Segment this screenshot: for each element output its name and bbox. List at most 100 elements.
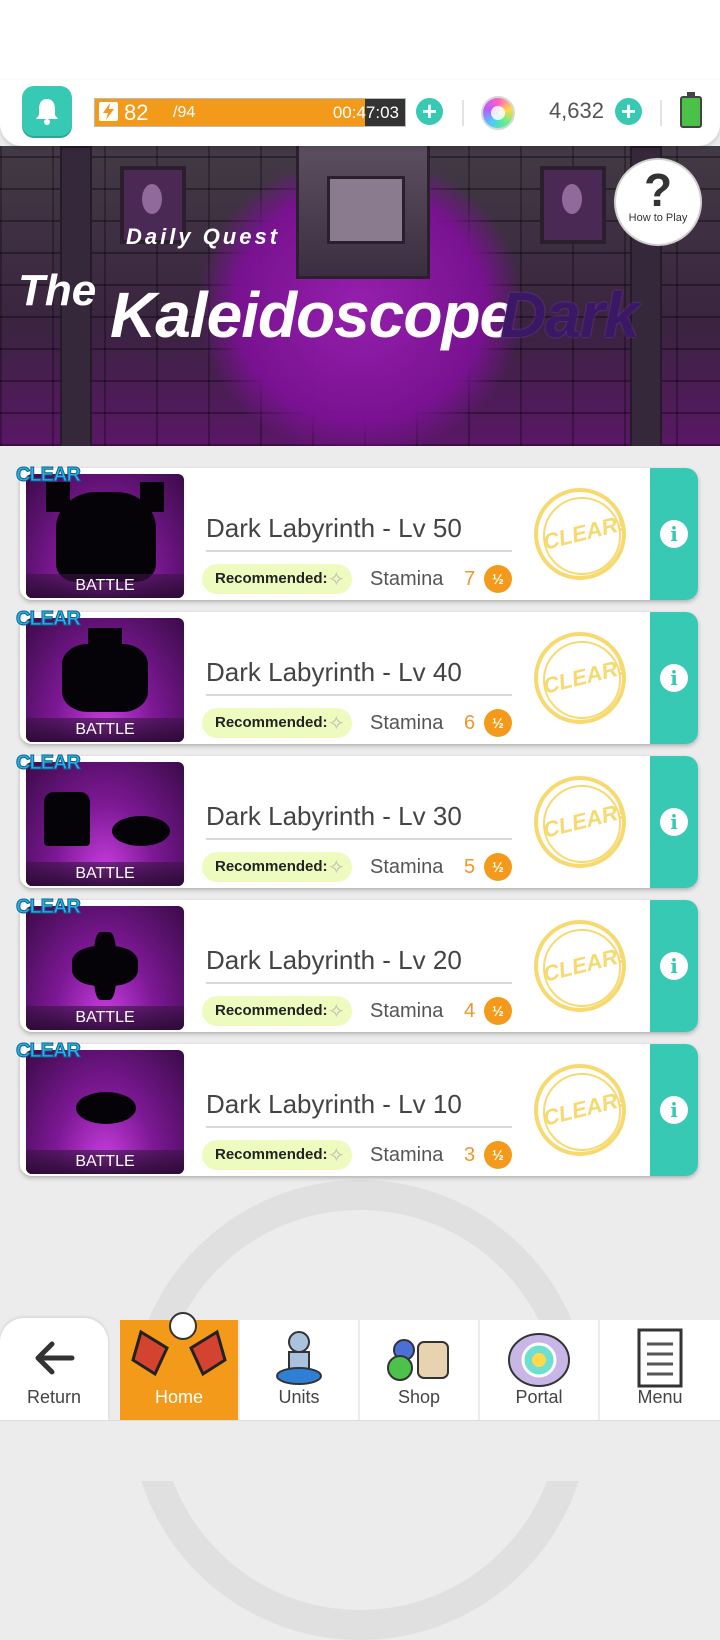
star-icon: ✧ — [328, 713, 345, 735]
half-stamina-badge: ½ — [484, 709, 512, 737]
quest-thumbnail[interactable]: BATTLE — [26, 474, 184, 598]
gem-count: 4,632 — [548, 98, 604, 123]
clear-stamp-text: CLEAR! — [540, 942, 628, 987]
battle-label: BATTLE — [75, 1153, 135, 1170]
quest-card-lv40[interactable]: BATTLE Dark Labyrinth - Lv 40 Recommende… — [20, 612, 698, 744]
banner-subtitle: Daily Quest — [126, 224, 281, 249]
quest-title: Dark Labyrinth - Lv 30 — [206, 801, 462, 831]
clear-stamp: CLEAR! — [534, 1064, 627, 1156]
clear-stamp: CLEAR! — [534, 920, 627, 1012]
star-icon: ✧ — [328, 1001, 345, 1023]
monster-silhouette — [88, 628, 122, 652]
clear-stamp-text: CLEAR! — [540, 510, 628, 555]
half-stamina-badge: ½ — [484, 853, 512, 881]
clear-stamp-text: CLEAR! — [540, 1086, 628, 1131]
recommended-pill: Recommended: ✧ — [202, 708, 352, 738]
notifications-button[interactable] — [22, 86, 72, 136]
divider — [206, 550, 512, 552]
stamina-label: Stamina — [370, 1144, 444, 1166]
quest-info-button[interactable]: i — [650, 756, 698, 888]
how-to-play-label: How to Play — [628, 212, 688, 224]
bell-icon — [36, 99, 58, 125]
stamina-cost: 5 — [464, 856, 476, 878]
clear-tag: CLEAR — [16, 752, 82, 775]
stamina-label: Stamina — [370, 1000, 444, 1022]
quest-banner: Daily Quest The Kaleidoscope Dark ? How … — [0, 146, 720, 446]
quest-info-button[interactable]: i — [650, 1044, 698, 1176]
menu-label: Menu — [637, 1387, 683, 1407]
banner-window — [540, 166, 606, 244]
clear-stamp: CLEAR! — [534, 488, 627, 580]
recommended-label: Recommended: — [215, 570, 328, 587]
return-button[interactable]: Return — [0, 1318, 108, 1420]
recommended-pill: Recommended: ✧ — [202, 564, 352, 594]
stamina-max: /94 — [173, 104, 196, 121]
battle-label: BATTLE — [75, 865, 135, 882]
monster-silhouette — [94, 932, 116, 1000]
stamina-cost: 4 — [464, 1000, 476, 1022]
divider — [206, 694, 512, 696]
nav-portal[interactable]: Portal — [480, 1320, 598, 1420]
battle-label: BATTLE — [75, 577, 135, 594]
quest-card-lv10[interactable]: BATTLE Dark Labyrinth - Lv 10 Recommende… — [20, 1044, 698, 1176]
info-icon: i — [660, 520, 688, 548]
stamina-timer: 00:47:03 — [332, 103, 399, 122]
info-icon: i — [660, 808, 688, 836]
nav-menu[interactable]: Menu — [600, 1320, 720, 1420]
stamina-bar: 82 /94 00:47:03 — [94, 98, 406, 127]
quest-title: Dark Labyrinth - Lv 20 — [206, 945, 462, 975]
battery-icon[interactable] — [680, 92, 702, 128]
monster-silhouette — [62, 644, 148, 712]
quest-thumbnail[interactable]: BATTLE — [26, 906, 184, 1030]
status-bar-area — [0, 0, 720, 80]
add-stamina-button[interactable]: + — [416, 98, 443, 125]
recommended-label: Recommended: — [215, 714, 328, 731]
bolt-icon — [99, 102, 118, 121]
quest-card-lv20[interactable]: BATTLE Dark Labyrinth - Lv 20 Recommende… — [20, 900, 698, 1032]
clear-tag: CLEAR — [16, 608, 82, 631]
stamina-label: Stamina — [370, 856, 444, 878]
quest-info-button[interactable]: i — [650, 468, 698, 600]
monster-silhouette — [112, 816, 170, 846]
quest-card-lv50[interactable]: BATTLE Dark Labyrinth - Lv 50 Recommende… — [20, 468, 698, 600]
units-label: Units — [278, 1387, 320, 1407]
monster-silhouette — [140, 482, 164, 512]
quest-thumbnail[interactable]: BATTLE — [26, 618, 184, 742]
half-stamina-badge: ½ — [484, 565, 512, 593]
star-icon: ✧ — [328, 857, 345, 879]
nav-shop[interactable]: Shop — [360, 1320, 478, 1420]
half-stamina-badge: ½ — [484, 997, 512, 1025]
info-icon: i — [660, 664, 688, 692]
recommended-label: Recommended: — [215, 858, 328, 875]
add-gems-button[interactable]: + — [615, 98, 642, 125]
how-to-play-button[interactable]: ? How to Play — [614, 158, 702, 246]
clear-stamp: CLEAR! — [534, 776, 627, 868]
portal-icon — [508, 1333, 570, 1387]
divider — [206, 838, 512, 840]
top-resource-bar: 82 /94 00:47:03 + 4,632 + — [0, 80, 720, 146]
plus-icon: + — [620, 96, 637, 126]
divider — [206, 1126, 512, 1128]
recommended-pill: Recommended: ✧ — [202, 1140, 352, 1170]
clear-stamp: CLEAR! — [534, 632, 627, 724]
quest-thumbnail[interactable]: BATTLE — [26, 1050, 184, 1174]
quest-title: Dark Labyrinth - Lv 10 — [206, 1089, 462, 1119]
divider — [462, 100, 464, 126]
banner-title-dark: Dark — [500, 279, 639, 351]
shop-label: Shop — [397, 1387, 441, 1407]
bottom-system-area — [0, 1420, 720, 1481]
quest-title: Dark Labyrinth - Lv 50 — [206, 513, 462, 543]
home-icon — [131, 1312, 227, 1377]
quest-card-lv30[interactable]: BATTLE Dark Labyrinth - Lv 30 Recommende… — [20, 756, 698, 888]
nav-home[interactable]: Home — [120, 1312, 238, 1420]
quest-thumbnail[interactable]: BATTLE — [26, 762, 184, 886]
quest-info-button[interactable]: i — [650, 900, 698, 1032]
info-icon: i — [660, 1096, 688, 1124]
nav-units[interactable]: Units — [240, 1320, 358, 1420]
shop-icon — [387, 1339, 449, 1381]
recommended-pill: Recommended: ✧ — [202, 852, 352, 882]
plus-icon: + — [421, 96, 438, 126]
gem-icon — [481, 96, 515, 130]
quest-info-button[interactable]: i — [650, 612, 698, 744]
return-label: Return — [26, 1387, 82, 1407]
